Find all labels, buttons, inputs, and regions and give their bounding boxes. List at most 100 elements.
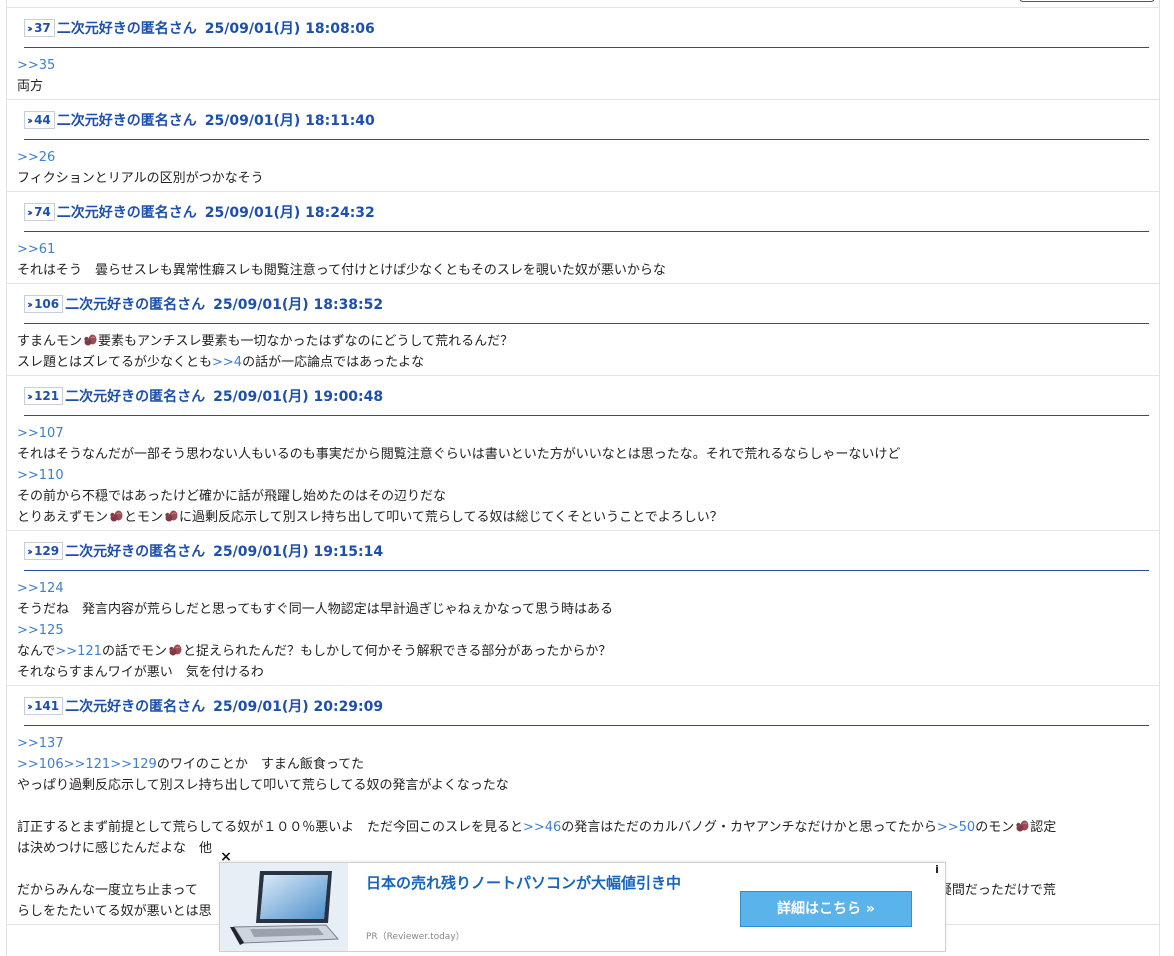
post-date: 25/09/01(月) 18:11:40: [204, 113, 375, 129]
post-list: ›› 37 二次元好きの匿名さん 25/09/01(月) 18:08:06 >>35 両方…: [7, 7, 1159, 925]
post-number-link[interactable]: ›› 37: [24, 19, 55, 37]
post-line: >>107: [17, 423, 1149, 444]
poster-name: 二次元好きの匿名さん: [65, 389, 206, 405]
post: ›› 106 二次元好きの匿名さん 25/09/01(月) 18:38:52 すまんモン…: [7, 284, 1159, 376]
reply-anchor-link[interactable]: >>50: [937, 820, 975, 835]
post-line: とりあえずモン とモン に過剰反応示して別スレ持ち出して叩いて荒らしてる奴は総じてく…: [17, 507, 1149, 528]
post-line: スレ題とはズレてるが少なくとも>>4の話が一応論点ではあったよな: [17, 352, 1149, 373]
reply-anchor-link[interactable]: >>110: [17, 468, 64, 483]
ad-details-button[interactable]: 詳細はこちら »: [740, 891, 912, 927]
post-line: そうだね 発言内容が荒らしだと思ってもすぐ同一人物認定は早計過ぎじゃねぇかなって…: [17, 599, 1149, 620]
post-line: >>137: [17, 733, 1149, 754]
laptop-image: [220, 863, 348, 951]
post-date: 25/09/01(月) 19:00:48: [213, 389, 384, 405]
ad-close-icon[interactable]: ×: [219, 850, 233, 864]
reply-anchor-link[interactable]: >>61: [17, 242, 55, 257]
poster-name: 二次元好きの匿名さん: [56, 113, 197, 129]
post-body: すまんモン 要素もアンチスレ要素も一切なかったはずなのにどうして荒れるんだ？ スレ題…: [17, 331, 1149, 373]
reply-anchor-link[interactable]: >>129: [110, 757, 157, 772]
post-line: >>26: [17, 147, 1149, 168]
post-line: それはそう 曇らせスレも異常性癖スレも閲覧注意って付けとけば少なくともそのスレを…: [17, 260, 1149, 281]
reply-anchor-link[interactable]: >>121: [64, 757, 111, 772]
reply-chevron-icon: ››: [27, 113, 33, 127]
post-line: 訂正するとまず前提として荒らしてる奴が１００％悪いよ ただ今回このスレを見ると>…: [17, 817, 1149, 838]
post-body: >>124 そうだね 発言内容が荒らしだと思ってもすぐ同一人物認定は早計過ぎじゃね…: [17, 578, 1149, 683]
reply-anchor-link[interactable]: >>124: [17, 581, 64, 596]
post-number-link[interactable]: ›› 129: [24, 542, 64, 560]
post-text: 要素もアンチスレ要素も一切なかったはずなのにどうして荒れるんだ？: [98, 334, 514, 349]
post-date: 25/09/01(月) 20:29:09: [213, 699, 384, 715]
post: ›› 44 二次元好きの匿名さん 25/09/01(月) 18:11:40 >>26 フィ…: [7, 100, 1159, 192]
post-line: それはそうなんだが一部そう思わない人もいるのも事実だから閲覧注意ぐらいは書いとい…: [17, 444, 1149, 465]
squirrel-emoji-icon: [110, 510, 123, 522]
post-line: やっぱり過剰反応示して別スレ持ち出して叩いて荒らしてる奴の発言がよくなったな: [17, 775, 1149, 796]
ad-info-icon[interactable]: i: [930, 863, 944, 877]
post-text: とモン: [124, 510, 164, 525]
post-line: なんで>>121の話でモン と捉えられたんだ？もしかして何かそう解釈できる部分があ…: [17, 641, 1149, 662]
post-text: そうだね 発言内容が荒らしだと思ってもすぐ同一人物認定は早計過ぎじゃねぇかなって…: [17, 602, 614, 617]
post-body: >>35 両方: [17, 55, 1149, 97]
post-text: の話でモン: [101, 644, 167, 659]
post: ›› 129 二次元好きの匿名さん 25/09/01(月) 19:15:14 >>124…: [7, 531, 1159, 686]
post-line: フィクションとリアルの区別がつかなそう: [17, 168, 1149, 189]
post-line: その前から不穏ではあったけど確かに話が飛躍し始めたのはその辺りだな: [17, 486, 1149, 507]
ad-sponsor-label: PR（Reviewer.today）: [366, 932, 465, 942]
post-date: 25/09/01(月) 18:24:32: [204, 205, 375, 221]
poster-name: 二次元好きの匿名さん: [56, 21, 197, 37]
reply-anchor-link[interactable]: >>46: [523, 820, 561, 835]
post-header: ›› 37 二次元好きの匿名さん 25/09/01(月) 18:08:06: [24, 16, 1149, 48]
post-text: と捉えられたんだ？もしかして何かそう解釈できる部分があったからか？: [182, 644, 612, 659]
post-text: スレ題とはズレてるが少なくとも: [17, 355, 213, 370]
post-line: >>110: [17, 465, 1149, 486]
reply-anchor-link[interactable]: >>107: [17, 426, 64, 441]
post-text: のモン: [975, 820, 1015, 835]
post-number-link[interactable]: ›› 121: [24, 387, 64, 405]
post-number: 121: [34, 389, 60, 403]
post-number: 141: [34, 699, 60, 713]
reply-anchor-link[interactable]: >>106: [17, 757, 64, 772]
post-header: ›› 141 二次元好きの匿名さん 25/09/01(月) 20:29:09: [24, 694, 1149, 726]
ad-banner[interactable]: 日本の売れ残りノートパソコンが大幅値引き中 詳細はこちら » PR（Review…: [219, 862, 946, 952]
ad-title[interactable]: 日本の売れ残りノートパソコンが大幅値引き中: [366, 872, 681, 893]
post-line: >>124: [17, 578, 1149, 599]
post-header: ›› 106 二次元好きの匿名さん 25/09/01(月) 18:38:52: [24, 292, 1149, 324]
post-number-link[interactable]: ›› 141: [24, 697, 64, 715]
post-text: やっぱり過剰反応示して別スレ持ち出して叩いて荒らしてる奴の発言がよくなったな: [17, 778, 509, 793]
post: ›› 37 二次元好きの匿名さん 25/09/01(月) 18:08:06 >>35 両方: [7, 7, 1159, 100]
post-line: >>61: [17, 239, 1149, 260]
post: ›› 74 二次元好きの匿名さん 25/09/01(月) 18:24:32 >>61 それ…: [7, 192, 1159, 284]
post-number: 106: [34, 297, 60, 311]
thread-container: ›› 37 二次元好きの匿名さん 25/09/01(月) 18:08:06 >>35 両方…: [6, 0, 1160, 956]
reply-anchor-link[interactable]: >>35: [17, 58, 55, 73]
reply-anchor-link[interactable]: >>121: [55, 644, 102, 659]
squirrel-emoji-icon: [1016, 820, 1029, 832]
post-number-link[interactable]: ›› 74: [24, 203, 55, 221]
post: ›› 121 二次元好きの匿名さん 25/09/01(月) 19:00:48 >>107…: [7, 376, 1159, 531]
reply-anchor-link[interactable]: >>26: [17, 150, 55, 165]
post-number: 37: [34, 21, 51, 35]
post-body: >>61 それはそう 曇らせスレも異常性癖スレも閲覧注意って付けとけば少なくともそ…: [17, 239, 1149, 281]
post-line: >>35: [17, 55, 1149, 76]
post-line: は決めつけに感じたんだよな 他: [17, 838, 1149, 859]
poster-name: 二次元好きの匿名さん: [65, 699, 206, 715]
post-line: [17, 796, 1149, 817]
post-text: のワイのことか すまん飯食ってた: [156, 757, 365, 772]
post-header: ›› 44 二次元好きの匿名さん 25/09/01(月) 18:11:40: [24, 108, 1149, 140]
post-text: らしをたたいてる奴が悪いとは思: [17, 904, 212, 919]
post-number-link[interactable]: ›› 44: [24, 111, 55, 129]
post-text: 両方: [17, 79, 44, 94]
post-number: 74: [34, 205, 51, 219]
reply-anchor-link[interactable]: >>125: [17, 623, 64, 638]
post-line: >>125: [17, 620, 1149, 641]
reply-anchor-link[interactable]: >>137: [17, 736, 64, 751]
poster-name: 二次元好きの匿名さん: [56, 205, 197, 221]
reply-chevron-icon: ››: [27, 297, 33, 311]
post-number: 129: [34, 544, 60, 558]
reply-chevron-icon: ››: [27, 544, 33, 558]
post-number-link[interactable]: ›› 106: [24, 295, 64, 313]
post-body: >>26 フィクションとリアルの区別がつかなそう: [17, 147, 1149, 189]
top-control-button[interactable]: [1019, 0, 1155, 2]
post-text: 訂正するとまず前提として荒らしてる奴が１００％悪いよ ただ今回このスレを見ると: [17, 820, 523, 835]
reply-chevron-icon: ››: [27, 205, 33, 219]
reply-anchor-link[interactable]: >>4: [212, 355, 242, 370]
